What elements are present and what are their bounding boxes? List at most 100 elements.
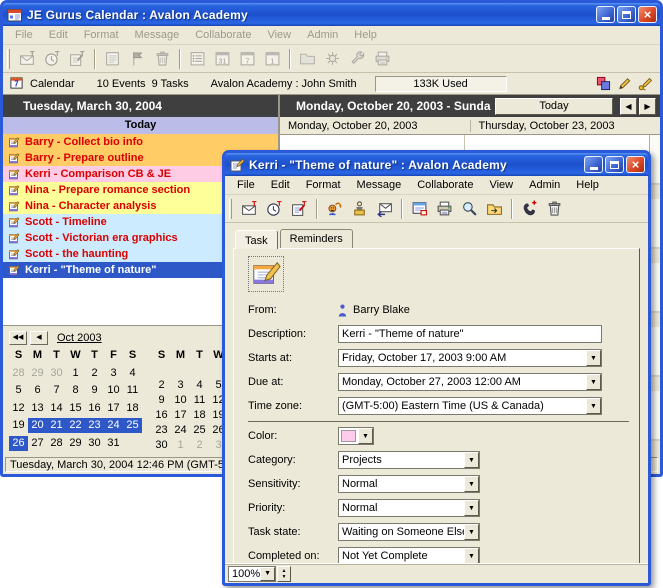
- calendar-day[interactable]: 20: [28, 418, 47, 433]
- starts-at-select[interactable]: Friday, October 17, 2003 9:00 AM▼: [338, 349, 602, 367]
- chevron-down-icon[interactable]: ▼: [260, 567, 275, 581]
- color-select[interactable]: ▼: [338, 427, 374, 445]
- sensitivity-select[interactable]: Normal▼: [338, 475, 480, 493]
- new-task-icon[interactable]: [287, 197, 312, 220]
- calendar-day[interactable]: 11: [190, 393, 209, 408]
- calendar-day[interactable]: 31: [104, 436, 123, 451]
- chevron-down-icon[interactable]: ▼: [464, 476, 479, 492]
- chevron-down-icon[interactable]: ▼: [358, 428, 373, 444]
- menu-item-collaborate[interactable]: Collaborate: [409, 177, 481, 193]
- due-at-select[interactable]: Monday, October 27, 2003 12:00 AM▼: [338, 373, 602, 391]
- maximize-button[interactable]: [617, 6, 636, 23]
- calendar-day[interactable]: 8: [66, 383, 85, 398]
- search-icon[interactable]: [457, 197, 482, 220]
- today-button[interactable]: Today: [495, 98, 613, 115]
- chevron-down-icon[interactable]: ▼: [464, 548, 479, 564]
- prev-week-button[interactable]: ◀: [620, 98, 637, 115]
- calendar-day[interactable]: 30: [47, 366, 66, 381]
- menu-item-edit[interactable]: Edit: [263, 177, 298, 193]
- layers-icon[interactable]: [596, 76, 612, 92]
- zoom-spinner[interactable]: ▲▼: [277, 566, 291, 582]
- phone-add-icon[interactable]: [517, 197, 542, 220]
- tab-task[interactable]: Task: [235, 230, 278, 249]
- dialog-close-button[interactable]: ×: [626, 156, 645, 173]
- calendar-day[interactable]: 29: [66, 436, 85, 451]
- minimize-button[interactable]: [596, 6, 615, 23]
- calendar-day[interactable]: 4: [190, 378, 209, 393]
- calendar-day[interactable]: 12: [9, 401, 28, 416]
- new-alarm-icon[interactable]: [262, 197, 287, 220]
- event-row[interactable]: Barry - Collect bio info: [3, 134, 278, 150]
- time-zone-select[interactable]: (GMT-5:00) Eastern Time (US & Canada)▼: [338, 397, 602, 415]
- calendar-day[interactable]: 26: [9, 436, 28, 451]
- menu-item-admin[interactable]: Admin: [521, 177, 568, 193]
- menu-item-help[interactable]: Help: [568, 177, 607, 193]
- calendar-day[interactable]: 4: [123, 366, 142, 381]
- calendar-day[interactable]: 18: [123, 401, 142, 416]
- calendar-day[interactable]: 16: [85, 401, 104, 416]
- chevron-down-icon[interactable]: ▼: [586, 350, 601, 366]
- calendar-day[interactable]: 16: [152, 408, 171, 423]
- calendar-day[interactable]: 14: [47, 401, 66, 416]
- zoom-select[interactable]: 100%▼: [228, 566, 276, 582]
- calendar-day[interactable]: 30: [85, 436, 104, 451]
- calendar-day[interactable]: 9: [85, 383, 104, 398]
- calendar-day[interactable]: 9: [152, 393, 171, 408]
- dialog-maximize-button[interactable]: [605, 156, 624, 173]
- task-state-select[interactable]: Waiting on Someone Else▼: [338, 523, 480, 541]
- calendar-day[interactable]: 2: [85, 366, 104, 381]
- file-folder-icon[interactable]: [482, 197, 507, 220]
- signature-key-icon[interactable]: [638, 76, 654, 92]
- calendar-day[interactable]: 17: [171, 408, 190, 423]
- print-icon[interactable]: [432, 197, 457, 220]
- calendar-day[interactable]: 7: [47, 383, 66, 398]
- message-note-icon[interactable]: [407, 197, 432, 220]
- calendar-day[interactable]: 24: [171, 423, 190, 438]
- menu-item-view[interactable]: View: [481, 177, 521, 193]
- calendar-day[interactable]: 2: [152, 378, 171, 393]
- category-select[interactable]: Projects▼: [338, 451, 480, 469]
- calendar-day[interactable]: 15: [66, 401, 85, 416]
- calendar-day[interactable]: 6: [28, 383, 47, 398]
- chevron-down-icon[interactable]: ▼: [586, 398, 601, 414]
- calendar-day[interactable]: 23: [85, 418, 104, 433]
- dialog-titlebar[interactable]: Kerri - "Theme of nature" : Avalon Acade…: [225, 153, 648, 176]
- calendar-day[interactable]: 19: [9, 418, 28, 433]
- reply-envelope-icon[interactable]: [372, 197, 397, 220]
- prev-year-button[interactable]: ◀◀: [9, 331, 27, 345]
- person-forward-icon[interactable]: [322, 197, 347, 220]
- calendar-day[interactable]: 3: [104, 366, 123, 381]
- calendar-day[interactable]: 11: [123, 383, 142, 398]
- presenter-icon[interactable]: [347, 197, 372, 220]
- prev-month-button[interactable]: ◀: [30, 331, 48, 345]
- calendar-day[interactable]: 10: [171, 393, 190, 408]
- trash-icon[interactable]: [542, 197, 567, 220]
- calendar-day[interactable]: 10: [104, 383, 123, 398]
- calendar-day[interactable]: 30: [152, 438, 171, 453]
- new-event-icon[interactable]: [237, 197, 262, 220]
- calendar-day[interactable]: 17: [104, 401, 123, 416]
- chevron-down-icon[interactable]: ▼: [586, 374, 601, 390]
- calendar-day[interactable]: 25: [123, 418, 142, 433]
- calendar-day[interactable]: 1: [171, 438, 190, 453]
- pencil-icon[interactable]: [617, 76, 633, 92]
- calendar-day[interactable]: 25: [190, 423, 209, 438]
- calendar-day[interactable]: 22: [66, 418, 85, 433]
- menu-item-format[interactable]: Format: [298, 177, 349, 193]
- calendar-day[interactable]: 28: [47, 436, 66, 451]
- next-week-button[interactable]: ▶: [639, 98, 656, 115]
- menu-item-file[interactable]: File: [229, 177, 263, 193]
- close-button[interactable]: ×: [638, 6, 657, 23]
- calendar-day[interactable]: 1: [66, 366, 85, 381]
- calendar-day[interactable]: 28: [9, 366, 28, 381]
- calendar-day[interactable]: 2: [190, 438, 209, 453]
- tab-reminders[interactable]: Reminders: [280, 229, 353, 248]
- calendar-day[interactable]: 21: [47, 418, 66, 433]
- calendar-day[interactable]: 29: [28, 366, 47, 381]
- dialog-minimize-button[interactable]: [584, 156, 603, 173]
- main-titlebar[interactable]: JE Gurus Calendar : Avalon Academy ×: [3, 3, 660, 26]
- chevron-down-icon[interactable]: ▼: [464, 524, 479, 540]
- menu-item-message[interactable]: Message: [349, 177, 410, 193]
- calendar-day[interactable]: 5: [9, 383, 28, 398]
- month-link-oct[interactable]: Oct 2003: [57, 332, 102, 344]
